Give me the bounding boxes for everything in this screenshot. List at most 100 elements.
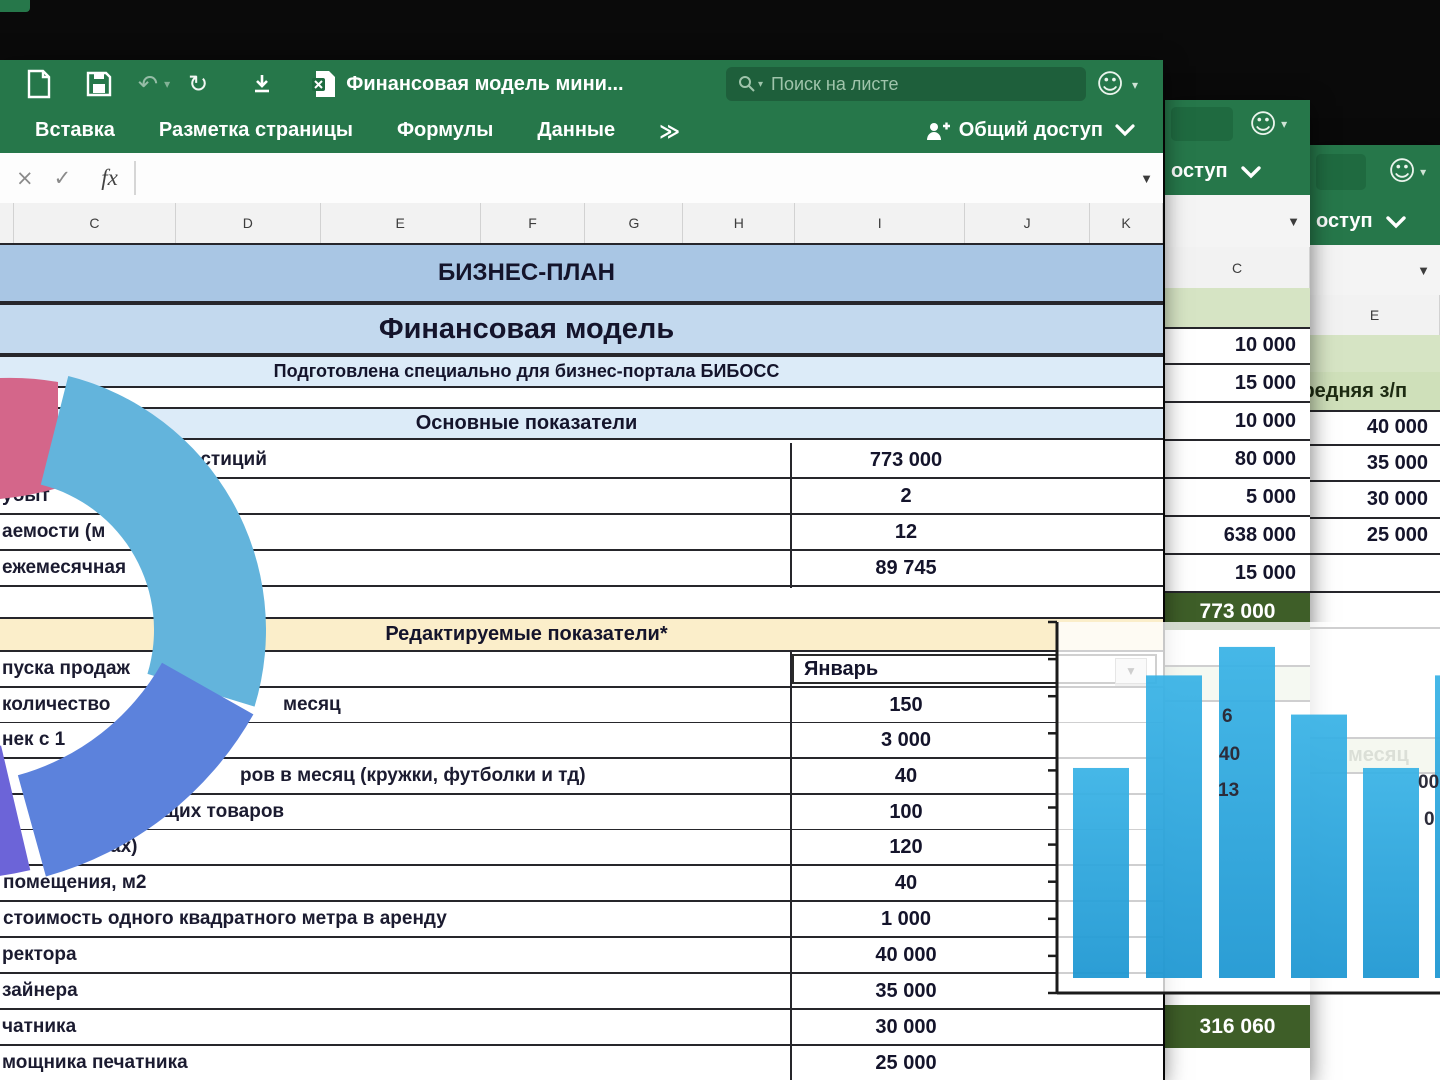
excel-window-2: ☺ ▾ оступ ▼ C 10 00015 00010 00080 0005 …	[1165, 100, 1310, 1080]
feedback-smiley-icon[interactable]: ☺	[1249, 111, 1277, 138]
window2-titlebar: ☺ ▾	[1165, 100, 1310, 148]
window3-green-cell[interactable]	[1310, 335, 1440, 374]
row-label: стоимость одного квадратного метра в аре…	[3, 902, 447, 936]
window3-column-header[interactable]: E	[1310, 295, 1440, 337]
window2-value-cell[interactable]: 5 000	[1165, 479, 1310, 517]
row-value[interactable]: 89 745	[795, 551, 1017, 585]
row-value[interactable]: 40	[795, 866, 1017, 900]
salary-header-cell[interactable]: Средняя з/п	[1310, 372, 1440, 412]
hidden-value-fragment: 13	[1218, 780, 1239, 802]
window2-column-header[interactable]: C	[1165, 247, 1310, 290]
formula-dropdown-icon[interactable]: ▼	[1417, 263, 1430, 278]
window3-value-cell[interactable]: 35 000	[1310, 446, 1440, 482]
window3-formula-bar[interactable]: ▼	[1310, 245, 1440, 297]
hidden-value-fragment: 00	[1418, 772, 1439, 794]
table-row[interactable]: помещения, м2 40	[0, 866, 1163, 902]
table-row[interactable]: ежемесячная89 745	[0, 551, 1163, 587]
row-label: мощника печатника	[2, 1046, 188, 1080]
smiley-caret-icon: ▾	[1281, 117, 1287, 131]
table-row[interactable]: аемости (м 12	[0, 515, 1163, 551]
window2-value-cell[interactable]: 10 000	[1165, 403, 1310, 441]
row-label: помещения, м2	[3, 866, 146, 900]
row-value[interactable]: 12	[795, 515, 1017, 549]
window3-toolbar-stub	[1316, 154, 1366, 190]
section-header-main-indicators[interactable]: Основные показатели	[0, 407, 1163, 440]
hidden-value-fragment: 6	[1222, 706, 1233, 728]
window2-toolbar-stub	[1171, 107, 1233, 141]
window2-formula-bar[interactable]: ▼	[1165, 195, 1310, 249]
window3-value-cell[interactable]: 25 000	[1310, 519, 1440, 555]
table-column-divider	[790, 443, 792, 588]
smiley-caret-icon: ▾	[1420, 165, 1426, 179]
title-row-prepared-for[interactable]: Подготовлена специально для бизнес-порта…	[0, 355, 1163, 388]
row-value[interactable]: 40 000	[795, 938, 1017, 972]
title-row-business-plan[interactable]: БИЗНЕС-ПЛАН	[0, 243, 1163, 303]
row-value[interactable]: 2	[795, 479, 1017, 513]
row-label: месяц	[283, 688, 341, 722]
total2-cell[interactable]: 316 060	[1165, 1005, 1310, 1048]
column-header-e[interactable]: E	[1310, 295, 1440, 335]
excel-window-main: ↶ ▾ ↻ Финансовая модель мини... ▾ Поиск …	[0, 60, 1163, 1080]
table-row[interactable]: ах) 120	[0, 830, 1163, 866]
row-label: аемости (м	[2, 515, 105, 549]
chevron-down-icon[interactable]	[1385, 215, 1407, 229]
row-label: ректора	[2, 938, 77, 972]
table-row[interactable]: убыт2	[0, 479, 1163, 515]
row-value[interactable]: 40	[795, 759, 1017, 793]
feedback-smiley-icon[interactable]: ☺	[1388, 158, 1416, 185]
column-header-c[interactable]: C	[1165, 247, 1310, 288]
empty-row[interactable]	[1310, 591, 1440, 629]
table-row[interactable]: пуска продаж Январь▼	[0, 652, 1163, 688]
hidden-value-fragment: 40	[1219, 744, 1240, 766]
total-investment-cell[interactable]: 773 000	[1165, 593, 1310, 630]
row-value[interactable]: 150	[795, 688, 1017, 722]
window2-value-cell[interactable]: 15 000	[1165, 365, 1310, 403]
row-value[interactable]: 120	[795, 830, 1017, 864]
table-row[interactable]: количествомесяц150	[0, 688, 1163, 724]
section-header-editable-indicators[interactable]: Редактируемые показатели*	[0, 617, 1163, 652]
chevron-down-icon[interactable]	[1240, 165, 1262, 179]
table-row[interactable]: ров в месяц (кружки, футболки и тд) 40	[0, 759, 1163, 795]
window2-green-band[interactable]	[1165, 665, 1310, 702]
window3-ribbon: оступ	[1310, 198, 1440, 245]
row-value[interactable]: 35 000	[795, 974, 1017, 1008]
window2-value-cell[interactable]: 638 000	[1165, 517, 1310, 555]
window3-value-cell[interactable]: 30 000	[1310, 483, 1440, 519]
row-value[interactable]: 3 000	[795, 723, 1017, 757]
month-dropdown[interactable]: Январь▼	[792, 654, 1157, 684]
row-value[interactable]: 30 000	[795, 1010, 1017, 1044]
table-column-divider	[790, 652, 792, 1080]
share-label-fragment[interactable]: оступ	[1171, 160, 1228, 183]
table-row[interactable]: естиций773 000	[0, 443, 1163, 479]
table-row[interactable]: стоимость одного квадратного метра в аре…	[0, 902, 1163, 938]
table-row[interactable]: зайнера35 000	[0, 974, 1163, 1010]
row-value[interactable]: 25 000	[795, 1046, 1017, 1080]
row-label: ах)	[110, 830, 137, 864]
table-row[interactable]: нек с 13 000	[0, 723, 1163, 759]
row-label: щих товаров	[163, 795, 284, 829]
window2-value-cell[interactable]: 15 000	[1165, 555, 1310, 593]
formula-dropdown-icon[interactable]: ▼	[1287, 214, 1300, 229]
row-label: ров в месяц (кружки, футболки и тд)	[240, 759, 586, 793]
title-row-financial-model[interactable]: Финансовая модель	[0, 303, 1163, 355]
row-label: пуска продаж	[2, 652, 130, 686]
row-value[interactable]: 100	[795, 795, 1017, 829]
row-value[interactable]: 773 000	[795, 443, 1017, 477]
hidden-value-fragment: 0	[1424, 809, 1435, 831]
window2-green-cell[interactable]	[1165, 288, 1310, 329]
window2-value-cell[interactable]: 10 000	[1165, 327, 1310, 365]
table-row[interactable]: ректора 40 000	[0, 938, 1163, 974]
row-value[interactable]: 1 000	[795, 902, 1017, 936]
month-header-cell[interactable]: месяц	[1310, 737, 1440, 774]
month-header-label: месяц	[1310, 744, 1409, 767]
share-label-fragment[interactable]: оступ	[1316, 210, 1373, 233]
excel-window-3: ☺ ▾ оступ ▼ E Средняя з/п 40 00035 00030…	[1310, 145, 1440, 1080]
table-row[interactable]: мощника печатника 25 000	[0, 1046, 1163, 1080]
empty-row[interactable]	[1310, 555, 1440, 593]
dropdown-arrow-button[interactable]: ▼	[1115, 658, 1147, 684]
screenshot-stage: ☺ ▾ оступ ▼ E Средняя з/п 40 00035 00030…	[0, 0, 1440, 1080]
window2-value-cell[interactable]: 80 000	[1165, 441, 1310, 479]
table-row[interactable]: чатника30 000	[0, 1010, 1163, 1046]
window3-value-cell[interactable]: 40 000	[1310, 410, 1440, 446]
table-row[interactable]: щих товаров 100	[0, 795, 1163, 831]
